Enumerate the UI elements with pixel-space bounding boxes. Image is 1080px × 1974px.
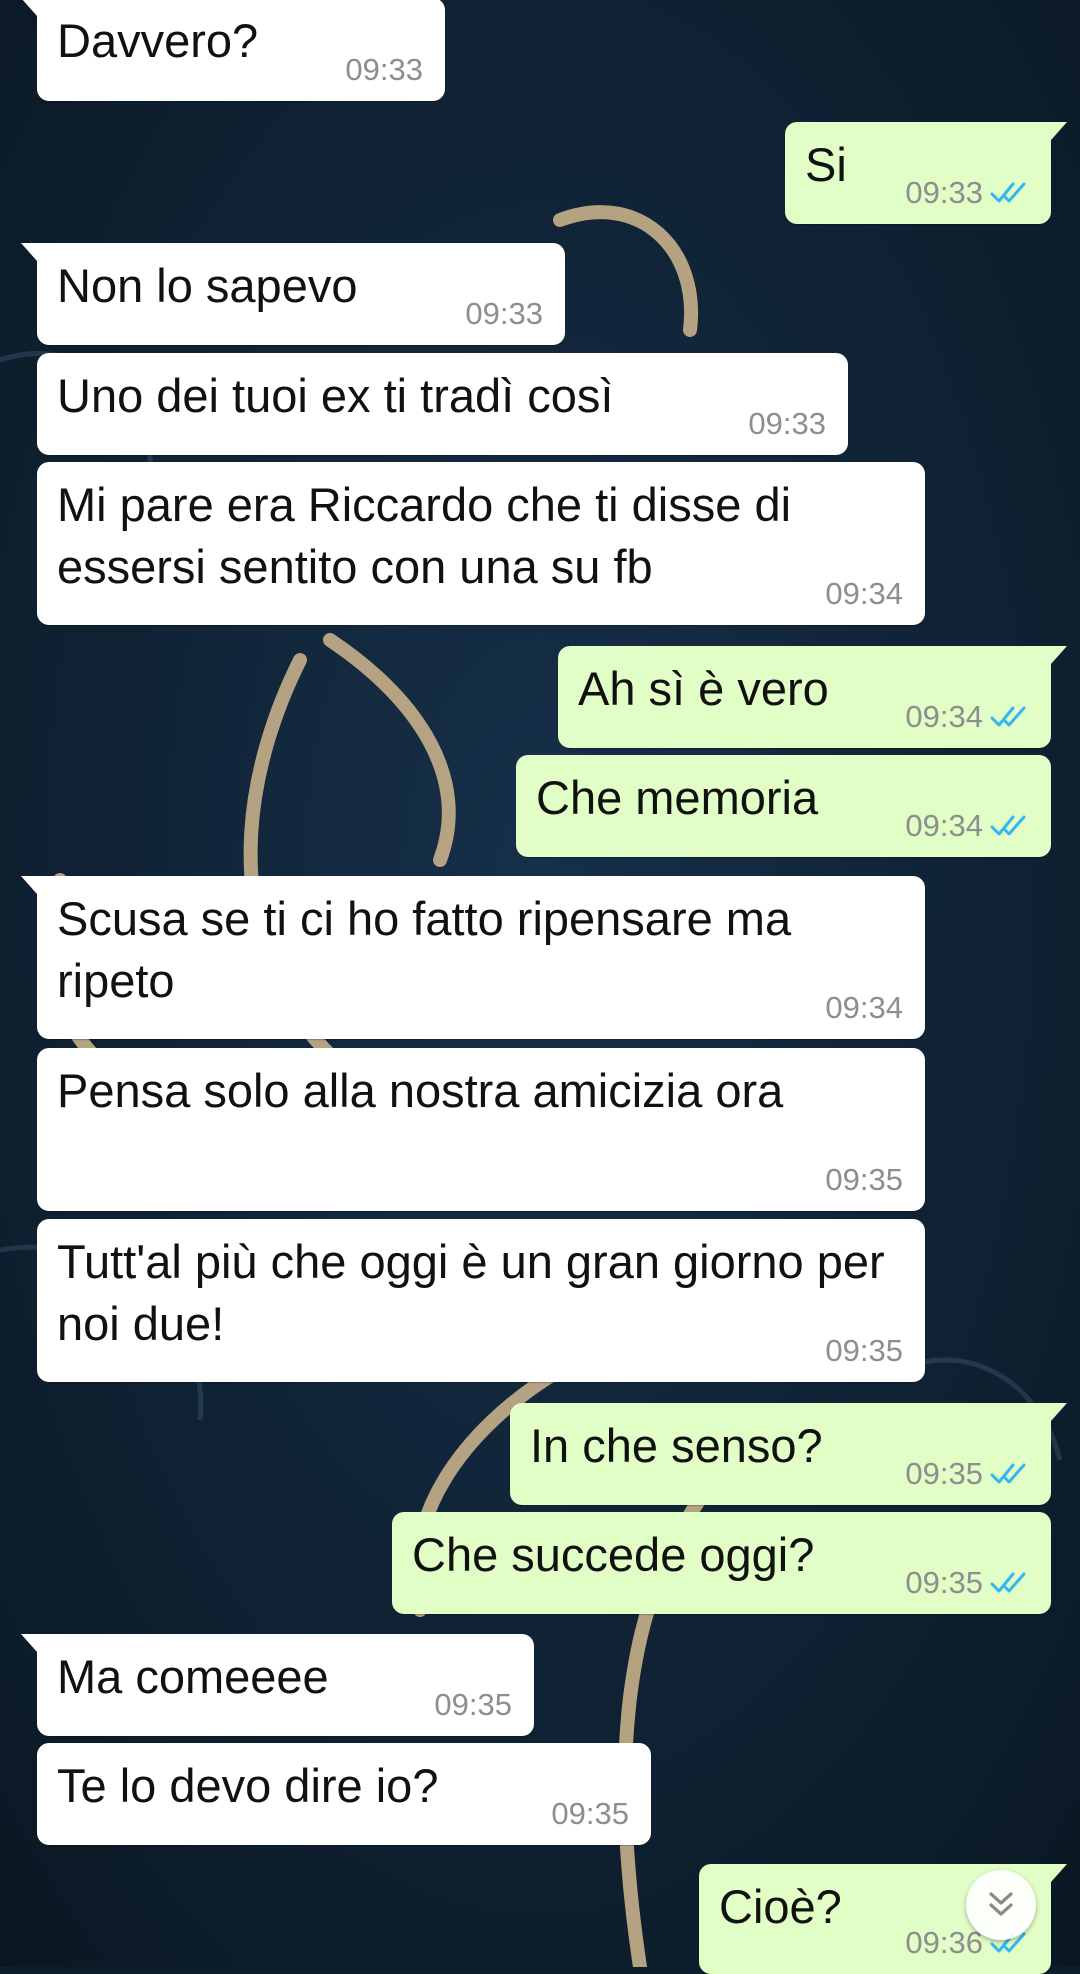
message-timestamp: 09:34: [905, 699, 983, 734]
message-meta: 09:33: [465, 297, 543, 331]
outgoing-message-bubble[interactable]: In che senso? 09:35: [510, 1403, 1067, 1505]
message-text: Scusa se ti ci ho fatto ripensare ma rip…: [57, 892, 792, 1007]
message-meta: 09:35: [905, 1457, 1031, 1491]
incoming-message-bubble[interactable]: Te lo devo dire io? 09:35: [37, 1743, 651, 1845]
incoming-message-bubble[interactable]: Davvero? 09:33: [21, 0, 445, 101]
message-timestamp: 09:34: [825, 576, 903, 611]
message-meta: 09:34: [825, 577, 903, 611]
message-meta: 09:35: [825, 1334, 903, 1368]
message-timestamp: 09:35: [551, 1796, 629, 1831]
message-timestamp: 09:34: [905, 808, 983, 843]
incoming-message-bubble[interactable]: Non lo sapevo 09:33: [21, 243, 565, 345]
message-text: Uno dei tuoi ex ti tradì così: [57, 369, 614, 422]
outgoing-message-bubble[interactable]: Ah sì è vero 09:34: [558, 646, 1067, 748]
message-text: Pensa solo alla nostra amicizia ora: [57, 1064, 784, 1117]
double-check-read-icon: [990, 182, 1026, 203]
double-chevron-down-icon: [989, 1892, 1013, 1916]
double-check-read-icon: [990, 706, 1026, 727]
message-meta: 09:33: [345, 53, 423, 87]
message-meta: 09:35: [551, 1797, 629, 1831]
message-timestamp: 09:36: [905, 1925, 983, 1960]
message-timestamp: 09:35: [905, 1565, 983, 1600]
incoming-message-bubble[interactable]: Uno dei tuoi ex ti tradì così 09:33: [37, 353, 848, 455]
message-meta: 09:34: [905, 700, 1031, 734]
message-timestamp: 09:33: [905, 175, 983, 210]
message-meta: 09:33: [905, 176, 1031, 210]
incoming-message-bubble[interactable]: Ma comeeee 09:35: [21, 1634, 534, 1736]
outgoing-message-bubble[interactable]: Che memoria 09:34: [516, 755, 1051, 857]
outgoing-message-bubble[interactable]: Si 09:33: [785, 122, 1067, 224]
double-check-read-icon: [990, 1572, 1026, 1593]
message-text: Te lo devo dire io?: [57, 1759, 439, 1812]
double-check-read-icon: [990, 1463, 1026, 1484]
message-meta: 09:35: [825, 1163, 903, 1197]
message-text: Tutt'al più che oggi è un gran giorno pe…: [57, 1235, 885, 1350]
incoming-message-bubble[interactable]: Mi pare era Riccardo che ti disse di ess…: [37, 462, 925, 625]
scroll-to-bottom-button[interactable]: [966, 1870, 1036, 1940]
message-timestamp: 09:34: [825, 990, 903, 1025]
message-text: Mi pare era Riccardo che ti disse di ess…: [57, 478, 792, 593]
outgoing-message-bubble[interactable]: Che succede oggi? 09:35: [392, 1512, 1051, 1614]
incoming-message-bubble[interactable]: Scusa se ti ci ho fatto ripensare ma rip…: [21, 876, 925, 1039]
message-timestamp: 09:33: [345, 52, 423, 87]
message-meta: 09:34: [905, 809, 1031, 843]
message-meta: 09:35: [434, 1688, 512, 1722]
message-timestamp: 09:35: [905, 1456, 983, 1491]
incoming-message-bubble[interactable]: Tutt'al più che oggi è un gran giorno pe…: [37, 1219, 925, 1382]
message-meta: 09:35: [905, 1566, 1031, 1600]
incoming-message-bubble[interactable]: Pensa solo alla nostra amicizia ora 09:35: [37, 1048, 925, 1211]
message-timestamp: 09:33: [465, 296, 543, 331]
message-timestamp: 09:33: [748, 406, 826, 441]
message-timestamp: 09:35: [434, 1687, 512, 1722]
message-timestamp: 09:35: [825, 1162, 903, 1197]
message-timestamp: 09:35: [825, 1333, 903, 1368]
message-meta: 09:34: [825, 991, 903, 1025]
message-meta: 09:33: [748, 407, 826, 441]
double-check-read-icon: [990, 815, 1026, 836]
